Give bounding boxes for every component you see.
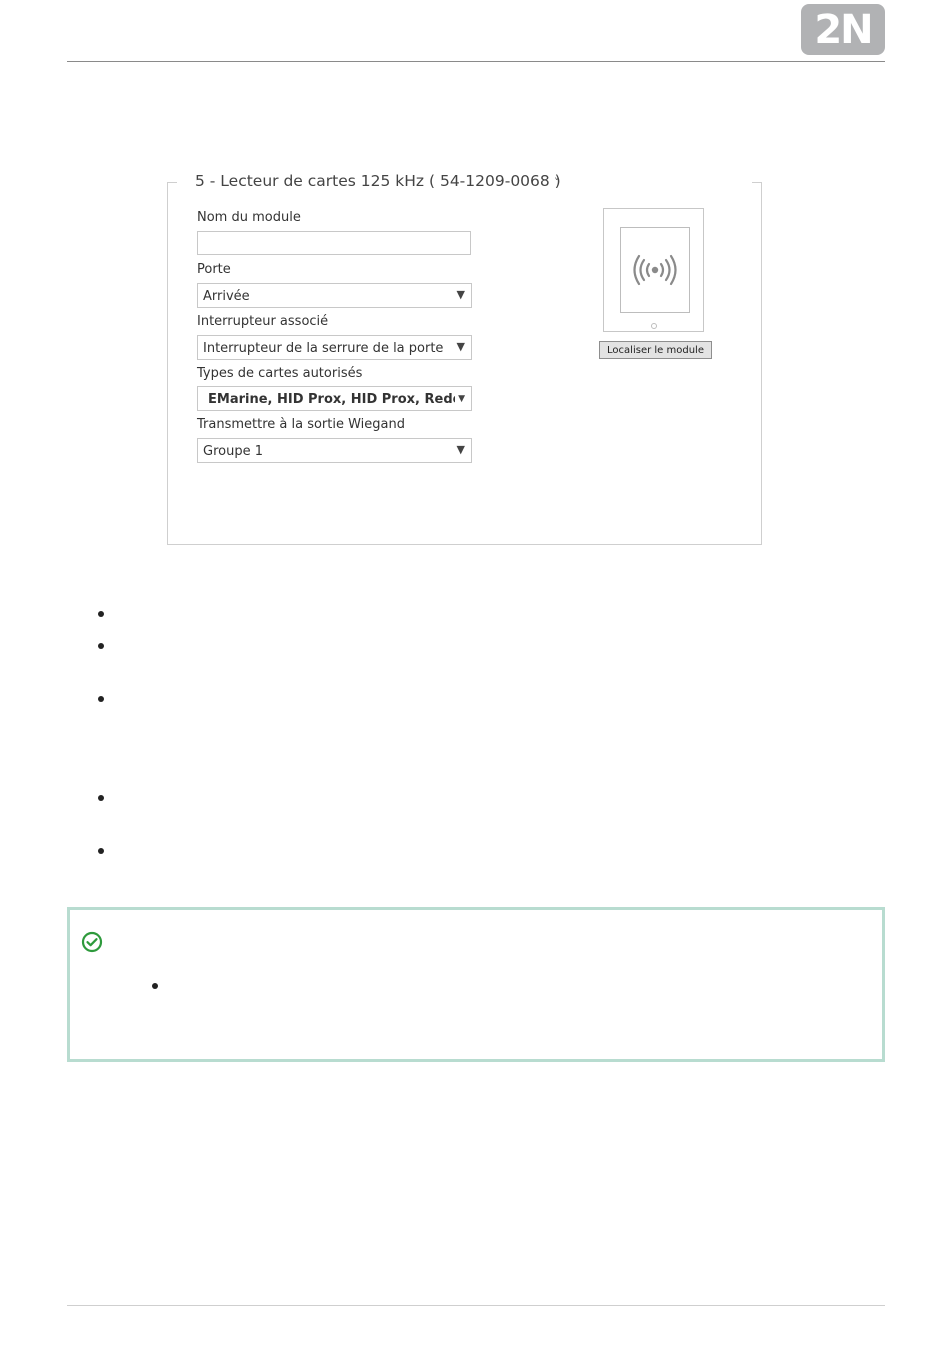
module-name-input[interactable] — [197, 231, 471, 255]
panel-border-top-left — [167, 182, 177, 183]
door-select[interactable]: Arrivée ▼ — [197, 283, 472, 308]
list-bullet — [98, 611, 104, 617]
list-bullet — [98, 848, 104, 854]
dropdown-arrow-icon: ▼ — [458, 394, 465, 404]
panel-border-top-right — [752, 182, 761, 183]
door-label: Porte — [197, 262, 231, 277]
locate-module-button[interactable]: Localiser le module — [599, 341, 712, 359]
logo-text: 2N — [814, 6, 873, 53]
door-select-value: Arrivée — [203, 289, 250, 304]
switch-select-value: Interrupteur de la serrure de la porte — [203, 341, 444, 356]
module-device-image — [603, 208, 704, 332]
footer-divider — [67, 1305, 885, 1306]
panel-title[interactable]: 5 - Lecteur de cartes 125 kHz ( 54-1209-… — [195, 172, 565, 190]
switch-select[interactable]: Interrupteur de la serrure de la porte ▼ — [197, 335, 472, 360]
tip-note-box — [67, 907, 885, 1062]
wiegand-label: Transmettre à la sortie Wiegand — [197, 417, 406, 432]
device-button — [651, 323, 657, 329]
card-types-select-value: EMarine, HID Prox, HID Prox, Rederia, H — [208, 392, 455, 407]
dropdown-arrow-icon: ▼ — [456, 443, 465, 456]
dropdown-arrow-icon: ▼ — [456, 340, 465, 353]
list-bullet — [98, 795, 104, 801]
card-types-select[interactable]: EMarine, HID Prox, HID Prox, Rederia, H … — [197, 386, 472, 411]
check-circle-icon — [81, 931, 103, 953]
note-list-bullet — [152, 983, 158, 989]
brand-logo: 2N — [801, 4, 885, 55]
list-bullet — [98, 643, 104, 649]
list-bullet — [98, 696, 104, 702]
chevron-down-icon[interactable]: ˅ — [554, 176, 560, 189]
header-divider — [67, 61, 885, 62]
rfid-wave-icon — [633, 254, 677, 286]
switch-label: Interrupteur associé — [197, 314, 329, 329]
card-types-label: Types de cartes autorisés — [197, 366, 363, 381]
wiegand-select-value: Groupe 1 — [203, 444, 263, 459]
module-name-label: Nom du module — [197, 210, 301, 225]
dropdown-arrow-icon: ▼ — [456, 288, 465, 301]
wiegand-select[interactable]: Groupe 1 ▼ — [197, 438, 472, 463]
device-screen — [620, 227, 690, 313]
